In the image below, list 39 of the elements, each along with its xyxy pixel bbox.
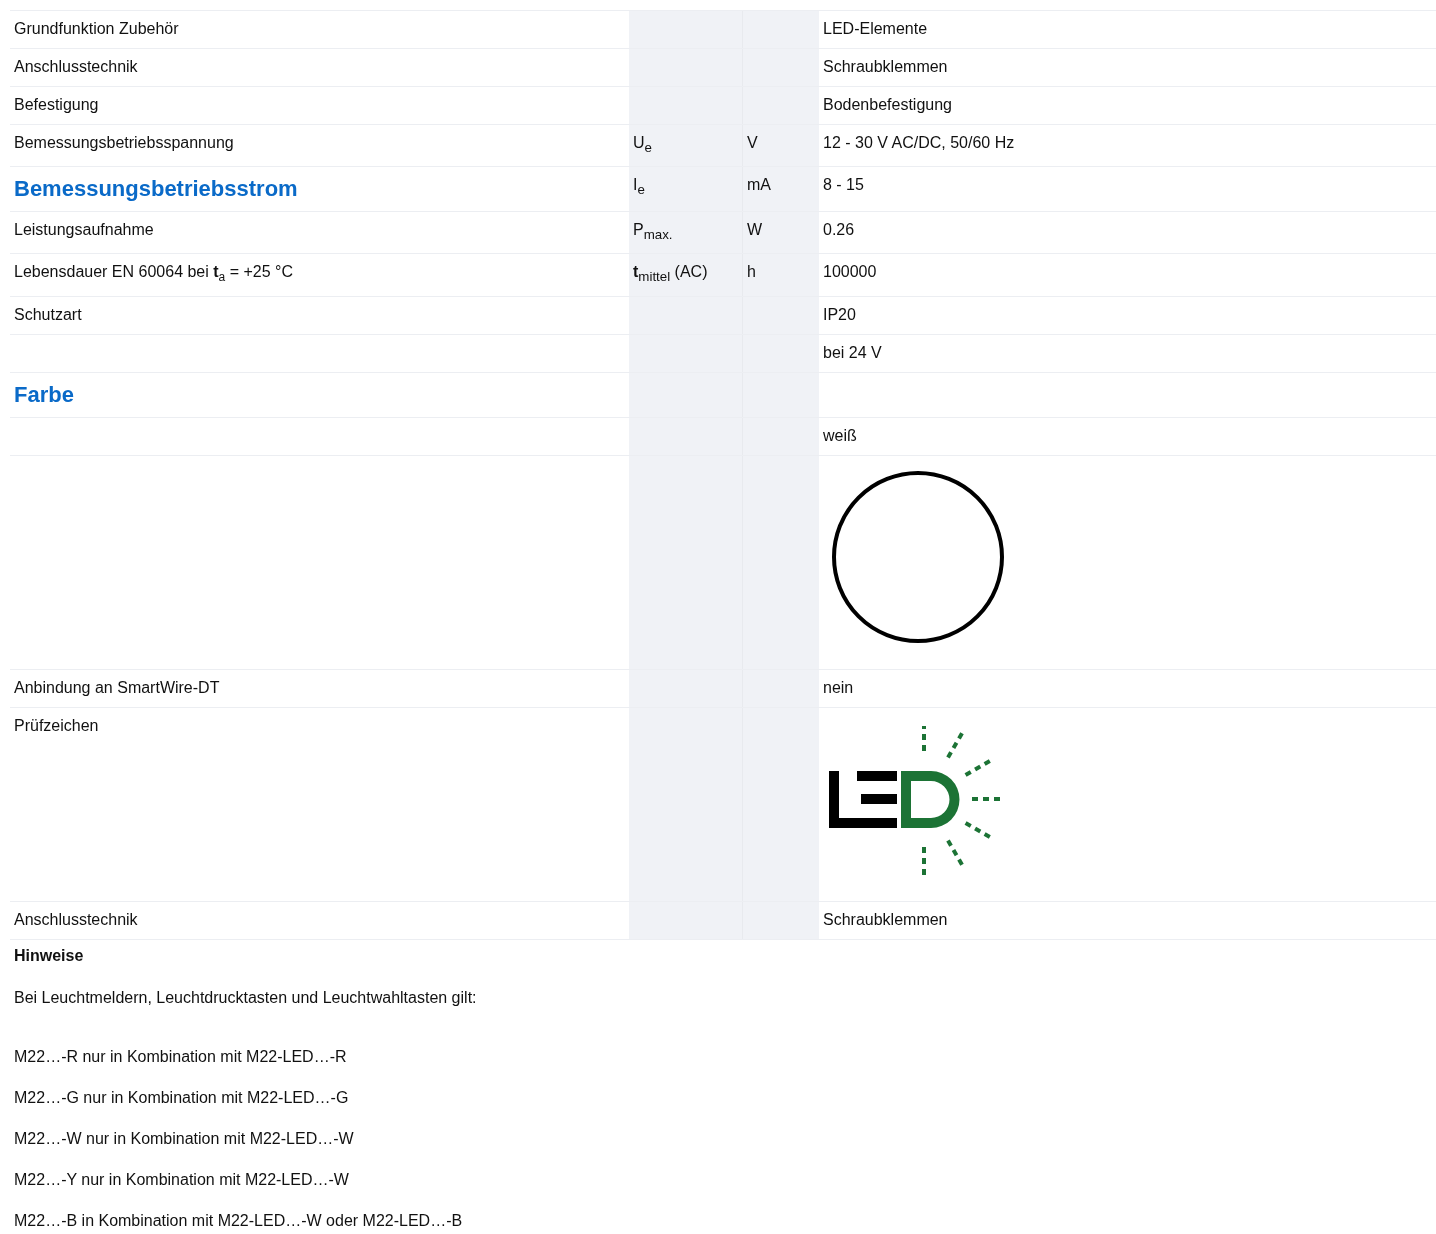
table-cell: I$_{e}$ [629,167,743,212]
value-text: Schraubklemmen [823,910,948,928]
note-text: M22…-Y nur in Kombination mit M22-LED…-W [13,1169,350,1190]
value-text: weiß [823,426,857,444]
note-text: Bei Leuchtmeldern, Leuchtdrucktasten und Leuchtwahltasten gilt: [13,987,478,1008]
notes-heading: Hinweise [13,945,85,966]
table-cell: V [743,125,819,167]
value-text: 100000 [823,263,877,281]
value-text: 0.26 [823,221,855,239]
row-label: Anschlusstechnik [14,58,138,75]
row-label: Prüfzeichen [14,716,99,734]
value-text: Schraubklemmen [823,58,948,75]
row-label: Anbindung an SmartWire-DT [14,678,220,696]
row-label: Schutzart [14,305,82,323]
value-text: IP20 [823,305,856,323]
row-label: Leistungsaufnahme [14,221,154,239]
value-text: Bodenbefestigung [823,96,952,113]
value-text: nein [823,678,854,696]
table-cell: h [743,254,819,296]
table-cell: P$_{max.}$ [629,212,743,254]
table-cell: U$_{e}$ [629,125,743,167]
note-text: M22…-R nur in Kombination mit M22-LED…-R [13,1046,348,1067]
note-text: M22…-W nur in Kombination mit M22-LED…-W [13,1128,355,1149]
note-text: M22…-G nur in Kombination mit M22-LED…-G [13,1087,350,1108]
row-label: Befestigung [14,96,99,113]
value-text: 8 - 15 [823,176,864,194]
section-heading: Farbe [14,381,74,407]
value-text: LED-Elemente [823,20,928,37]
value-text: 12 - 30 V AC/DC, 50/60 Hz [823,134,1015,151]
note-text: M22…-B in Kombination mit M22-LED…-W oder M22-LED…-B [13,1210,464,1231]
row-label: Anschlusstechnik [14,910,138,928]
value-text: bei 24 V [823,343,882,361]
table-cell: W [743,212,819,254]
table-cell: t$_{mittel}$ (AC) [629,254,743,296]
section-heading: Bemessungsbetriebsstrom [14,176,298,202]
row-label: Bemessungsbetriebsspannung [14,134,234,151]
table-cell: mA [743,167,819,212]
row-label: Grundfunktion Zubehör [14,20,179,37]
row-label: Lebensdauer EN 60064 bei t$_{a}$ = +25 °C [14,263,294,281]
